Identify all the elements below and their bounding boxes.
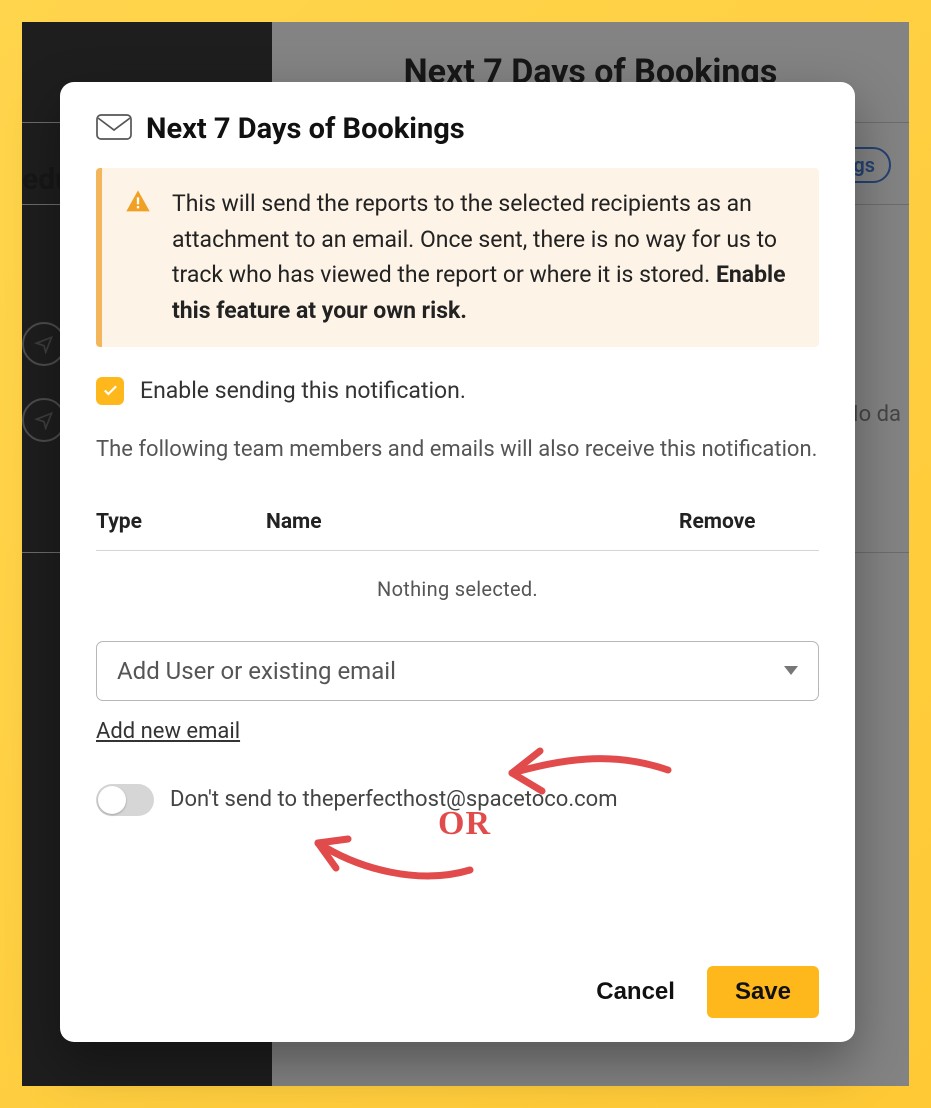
modal-footer: Cancel Save [96, 936, 819, 1018]
warning-alert-text: This will send the reports to the select… [172, 186, 797, 329]
recipients-description: The following team members and emails wi… [96, 433, 819, 466]
notification-settings-modal: Next 7 Days of Bookings This will send t… [60, 82, 855, 1042]
col-name: Name [266, 510, 679, 534]
add-new-email-link[interactable]: Add new email [96, 719, 819, 744]
enable-notification-checkbox[interactable] [96, 377, 124, 405]
select-placeholder: Add User or existing email [117, 657, 396, 685]
add-user-or-email-select[interactable]: Add User or existing email [96, 641, 819, 701]
recipients-table-header: Type Name Remove [96, 506, 819, 551]
warning-alert: This will send the reports to the select… [96, 168, 819, 347]
enable-notification-label: Enable sending this notification. [140, 377, 466, 404]
recipients-table-empty: Nothing selected. [96, 551, 819, 641]
envelope-icon [96, 113, 132, 145]
dont-send-toggle[interactable] [96, 784, 154, 816]
col-type: Type [96, 510, 266, 534]
toggle-knob [98, 786, 126, 814]
dont-send-label: Don't send to theperfecthost@spacetoco.c… [170, 787, 618, 812]
cancel-button[interactable]: Cancel [588, 968, 683, 1016]
col-remove: Remove [679, 510, 819, 534]
warning-triangle-icon [124, 188, 152, 329]
chevron-down-icon [784, 666, 798, 675]
save-button[interactable]: Save [707, 966, 819, 1018]
modal-title: Next 7 Days of Bookings [146, 112, 465, 146]
